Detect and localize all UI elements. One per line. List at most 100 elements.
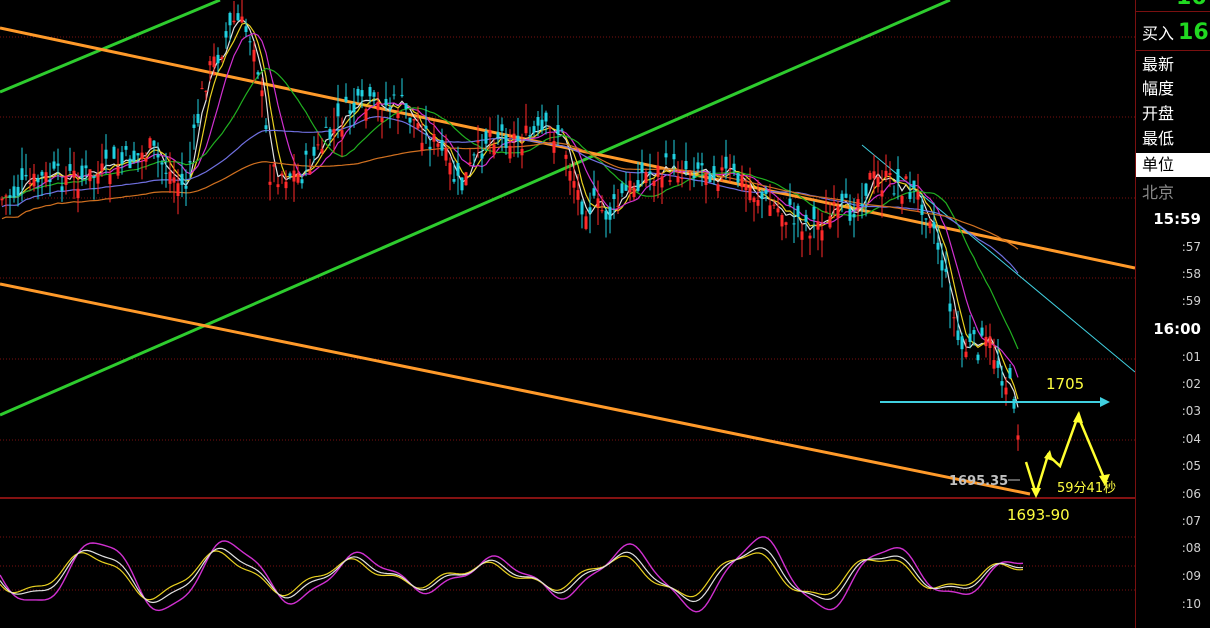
candle-body xyxy=(428,146,432,150)
candle-body xyxy=(208,61,212,66)
candle-body xyxy=(540,119,544,131)
candle-body xyxy=(44,172,48,183)
candle-body xyxy=(132,150,136,162)
candle-body xyxy=(224,31,228,38)
candle-body xyxy=(520,148,524,156)
candle-body xyxy=(720,167,724,171)
candle-body xyxy=(244,26,248,33)
candle-body xyxy=(280,173,284,176)
candle-body xyxy=(572,181,576,188)
candle-body xyxy=(488,130,492,137)
candle-body xyxy=(332,128,336,134)
candle-body xyxy=(880,190,884,197)
candle-body xyxy=(396,113,400,119)
candle-body xyxy=(868,172,872,180)
candle-body xyxy=(16,186,20,196)
candle-body xyxy=(780,215,784,227)
candle-body xyxy=(184,185,188,189)
candle-body xyxy=(304,150,308,155)
candle-body xyxy=(692,175,696,178)
green-channel-lower xyxy=(0,0,951,417)
candle-body xyxy=(288,173,292,177)
candle-body xyxy=(888,172,892,176)
candle-body xyxy=(420,142,424,151)
candle-body xyxy=(64,176,68,185)
sidebar-row-low[interactable]: 最低 xyxy=(1136,127,1210,151)
candle-body xyxy=(356,88,360,96)
candle-body xyxy=(892,193,896,195)
candle-body xyxy=(952,317,956,319)
candle-body xyxy=(448,162,452,175)
price-chart: 1705 1693-90 1695.35 59分41秒 xyxy=(0,0,1135,613)
candle-body xyxy=(20,168,24,180)
candle-body xyxy=(176,183,180,197)
orange-channel-upper xyxy=(0,26,1135,270)
candle-body xyxy=(160,162,164,165)
candle-body xyxy=(432,134,436,142)
candle-body xyxy=(120,152,124,164)
candle-body xyxy=(680,177,684,179)
sidebar-row-buy[interactable]: 买入 16 xyxy=(1136,21,1210,45)
candle-body xyxy=(156,154,160,158)
candle-body xyxy=(276,184,280,188)
candle-body xyxy=(688,172,692,174)
candle-body xyxy=(68,164,72,171)
candle-body xyxy=(104,149,108,159)
candle-body xyxy=(4,195,8,197)
candle-body xyxy=(1004,387,1008,395)
candle-body xyxy=(384,98,388,106)
candle-body xyxy=(668,180,672,182)
candle-body xyxy=(220,57,224,59)
candle-body xyxy=(424,125,428,129)
candle-body xyxy=(580,201,584,215)
candle-body xyxy=(492,144,496,155)
candle-body xyxy=(352,103,356,113)
candle-body xyxy=(292,170,296,182)
candle-body xyxy=(32,173,36,187)
candle-body xyxy=(180,173,184,185)
sidebar-top-row: 16 xyxy=(1136,0,1210,10)
candle-body xyxy=(612,194,616,200)
sidebar-row-latest[interactable]: 最新 xyxy=(1136,53,1210,77)
time-label: :01 xyxy=(1181,350,1201,364)
sidebar-row-open[interactable]: 开盘 xyxy=(1136,102,1210,126)
candle-body xyxy=(700,163,704,166)
time-label: :08 xyxy=(1181,541,1201,555)
candle-body xyxy=(944,268,948,272)
sidebar-row-range[interactable]: 幅度 xyxy=(1136,77,1210,101)
candle-body xyxy=(556,125,560,135)
candle-body xyxy=(392,94,396,96)
candle-body xyxy=(444,148,448,161)
candle-body xyxy=(764,190,768,194)
candle-body xyxy=(256,72,260,75)
quote-sidebar: 16 买入16 最新 幅度 开盘 最低 单位 北京 15:59:57:58:59… xyxy=(1135,0,1210,628)
candle-body xyxy=(704,173,708,186)
candle-body xyxy=(544,112,548,122)
sidebar-row-beijing[interactable]: 北京 xyxy=(1136,181,1210,205)
candle-body xyxy=(804,214,808,222)
candle-body xyxy=(708,173,712,183)
candle-body xyxy=(512,133,516,139)
candle-body xyxy=(172,177,176,183)
candle-body xyxy=(872,171,876,179)
candle-body xyxy=(728,168,732,171)
candle-body xyxy=(364,109,368,121)
candle-body xyxy=(788,198,792,205)
candle-body xyxy=(408,117,412,123)
time-label: :02 xyxy=(1181,377,1201,391)
candle-body xyxy=(808,235,812,239)
candle-body xyxy=(56,163,60,166)
level-1705-label: 1705 xyxy=(1046,375,1084,393)
time-label: :04 xyxy=(1181,432,1201,446)
candle-body xyxy=(456,163,460,176)
candle-body xyxy=(388,107,392,110)
osc-j-line xyxy=(0,547,1024,604)
sidebar-row-unit[interactable]: 单位 xyxy=(1136,153,1210,177)
time-label: :06 xyxy=(1181,487,1201,501)
candle-body xyxy=(92,176,96,178)
candle-body xyxy=(216,54,220,64)
candle-body xyxy=(148,138,152,149)
candle-body xyxy=(960,336,964,350)
candle-body xyxy=(508,145,512,159)
candle-body xyxy=(784,222,788,225)
